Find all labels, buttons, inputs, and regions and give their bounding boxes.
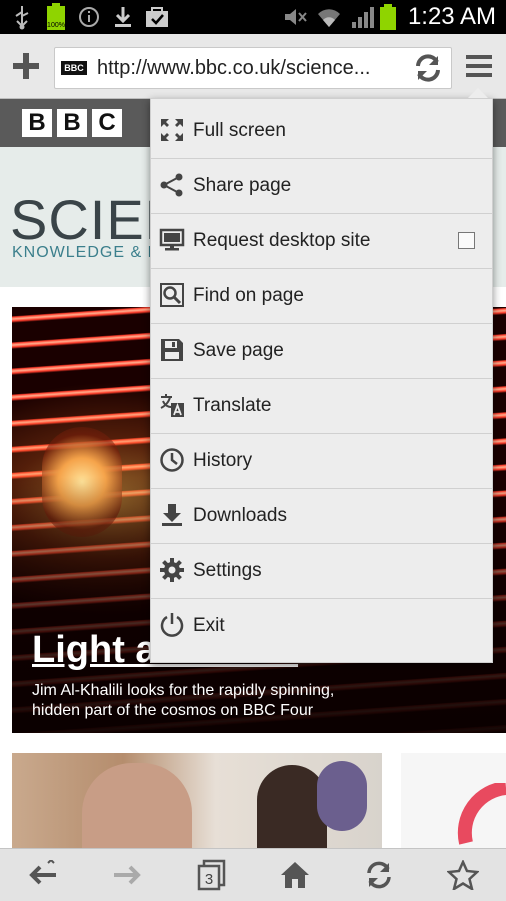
menu-item-label: Request desktop site: [193, 230, 371, 251]
person-image: [82, 763, 192, 853]
usb-icon: [12, 0, 32, 34]
power-icon: [159, 612, 185, 638]
menu-item-save-page[interactable]: Save page: [151, 323, 492, 379]
menu-item-label: Find on page: [193, 285, 304, 306]
gear-icon: [159, 557, 185, 583]
status-bar: 100% 1:23 AM: [0, 0, 506, 34]
mute-icon: [282, 0, 308, 34]
clock-icon: [159, 447, 185, 473]
url-bar[interactable]: BBC http://www.bbc.co.uk/science...: [54, 47, 452, 89]
menu-item-history[interactable]: History: [151, 433, 492, 489]
add-tab-icon[interactable]: [10, 50, 42, 87]
battery-icon: [378, 0, 398, 34]
red-arc-image: [457, 783, 506, 845]
bbc-logo-letter[interactable]: B: [22, 109, 52, 137]
site-favicon: BBC: [61, 61, 87, 75]
signal-icon: [350, 0, 376, 34]
bookmark-star-icon[interactable]: [435, 849, 491, 901]
menu-item-label: History: [193, 450, 253, 471]
hero-description: Jim Al-Khalili looks for the rapidly spi…: [32, 682, 335, 719]
bottom-navigation-bar: 3: [0, 848, 506, 901]
tabs-icon[interactable]: 3: [183, 849, 239, 901]
menu-item-label: Share page: [193, 175, 292, 196]
fullscreen-icon: [159, 117, 185, 143]
translate-icon: [159, 392, 185, 418]
section-subtitle: KNOWLEDGE & L: [12, 244, 158, 261]
bbc-logo-letter[interactable]: B: [57, 109, 87, 137]
article-thumbnail[interactable]: [401, 753, 506, 853]
menu-item-label: Exit: [193, 615, 225, 636]
battery-icon: 100%: [44, 0, 68, 34]
wifi-icon: [316, 0, 342, 34]
refresh-icon[interactable]: [351, 849, 407, 901]
menu-item-exit[interactable]: Exit: [151, 598, 492, 653]
forward-icon[interactable]: [99, 849, 155, 901]
menu-item-full-screen[interactable]: Full screen: [151, 103, 492, 159]
bag-icon: [144, 0, 170, 34]
menu-icon[interactable]: [464, 52, 494, 85]
menu-item-settings[interactable]: Settings: [151, 543, 492, 599]
clock: 1:23 AM: [407, 3, 496, 30]
svg-text:3: 3: [205, 871, 213, 888]
svg-text:100%: 100%: [47, 22, 65, 29]
download-icon: [159, 502, 185, 528]
find-icon: [159, 282, 185, 308]
browser-overflow-menu: Full screen Share page Request desktop s…: [150, 98, 493, 663]
flowers-image: [317, 761, 367, 831]
url-text[interactable]: http://www.bbc.co.uk/science...: [97, 48, 407, 88]
reload-icon[interactable]: [412, 52, 444, 89]
menu-item-request-desktop-site[interactable]: Request desktop site: [151, 213, 492, 269]
download-icon: [112, 0, 134, 34]
home-icon[interactable]: [267, 849, 323, 901]
desktop-site-checkbox[interactable]: [458, 232, 475, 249]
bbc-logo-letter[interactable]: C: [92, 109, 122, 137]
menu-item-label: Save page: [193, 340, 284, 361]
menu-item-label: Full screen: [193, 120, 286, 141]
share-icon: [159, 172, 185, 198]
menu-item-share-page[interactable]: Share page: [151, 158, 492, 214]
menu-item-find-on-page[interactable]: Find on page: [151, 268, 492, 324]
menu-item-label: Settings: [193, 560, 262, 581]
menu-item-label: Translate: [193, 395, 272, 416]
article-thumbnail[interactable]: [12, 753, 382, 853]
menu-pointer: [468, 88, 488, 98]
back-icon[interactable]: [15, 849, 71, 901]
menu-item-downloads[interactable]: Downloads: [151, 488, 492, 544]
monitor-icon: [159, 227, 185, 253]
menu-item-label: Downloads: [193, 505, 287, 526]
menu-item-translate[interactable]: Translate: [151, 378, 492, 434]
browser-toolbar: BBC http://www.bbc.co.uk/science...: [0, 34, 506, 99]
save-icon: [159, 337, 185, 363]
info-icon: [78, 0, 100, 34]
